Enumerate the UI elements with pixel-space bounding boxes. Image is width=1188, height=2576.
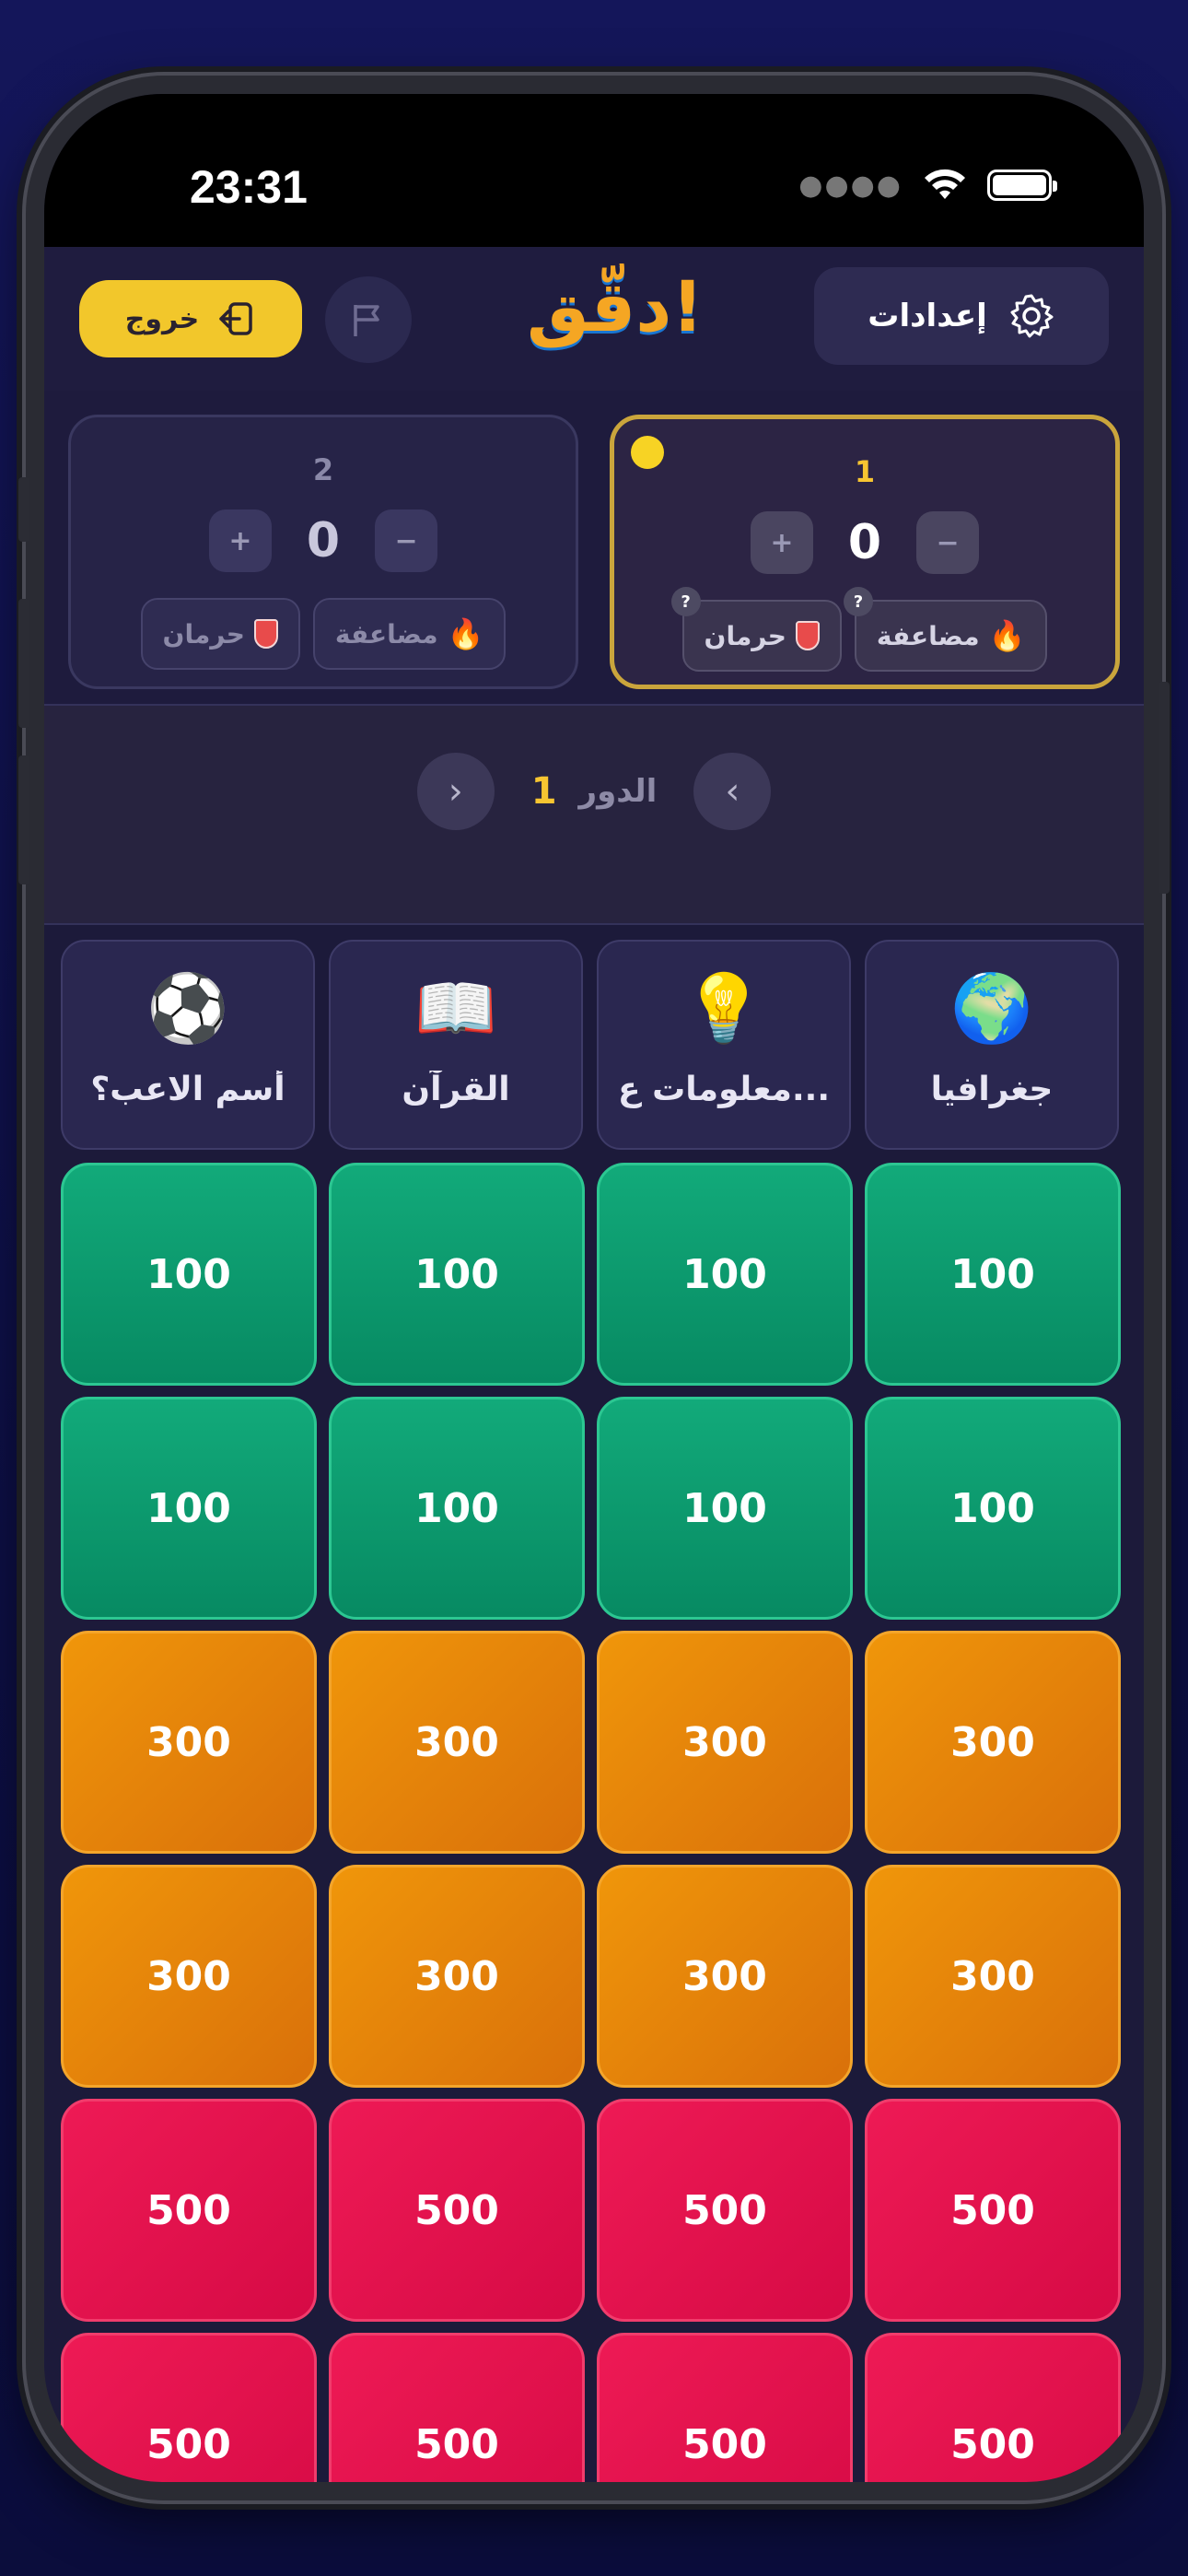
category-general-info[interactable]: 💡 معلومات ع...	[597, 940, 851, 1150]
question-tile[interactable]: 300	[597, 1865, 853, 2088]
team-card-2: 2 + 0 − 🔥 مضاعفة حرمان	[68, 415, 578, 689]
volume-up-button	[18, 599, 29, 728]
question-tile[interactable]: 500	[865, 2099, 1121, 2322]
chevron-left-icon: ‹	[725, 770, 740, 813]
status-icons: ●●●●	[798, 168, 1057, 203]
shield-icon	[253, 619, 278, 649]
status-time: 23:31	[190, 161, 308, 213]
question-tile[interactable]: 100	[61, 1397, 317, 1620]
double-label: مضاعفة	[334, 618, 438, 650]
question-tile[interactable]: 100	[61, 1163, 317, 1386]
app-logo: دقّق!	[523, 265, 707, 367]
question-tile[interactable]: 300	[329, 1631, 585, 1854]
category-label: جغرافيا	[930, 1071, 1054, 1108]
next-turn-button[interactable]: ›	[416, 753, 495, 830]
double-powerup-button[interactable]: ? 🔥 مضاعفة	[843, 587, 1048, 672]
score-plus-button[interactable]: +	[750, 511, 813, 574]
category-geography[interactable]: 🌍 جغرافيا	[865, 940, 1119, 1150]
chevron-right-icon: ›	[448, 770, 463, 813]
team-score: 0	[306, 513, 341, 568]
flag-icon	[354, 305, 379, 336]
status-bar: 23:31 ●●●●	[44, 94, 1144, 247]
powerups: ? 🔥 مضاعفة ? حرمان	[614, 587, 1115, 672]
deny-powerup-button[interactable]: ? حرمان	[670, 587, 842, 672]
cellular-dots-icon: ●●●●	[798, 169, 903, 202]
gear-icon	[1010, 294, 1054, 338]
help-icon[interactable]: ?	[670, 587, 701, 616]
question-tile[interactable]: 500	[61, 2099, 317, 2322]
turn-label: الدور	[578, 773, 658, 810]
teams-panel: 2 + 0 − 🔥 مضاعفة حرمان 1 + 0 − ? 🔥 مضاعف…	[44, 391, 1144, 704]
score-minus-button[interactable]: −	[375, 509, 438, 572]
logo-text: دقّق!	[527, 265, 704, 347]
settings-button[interactable]: إعدادات	[814, 267, 1109, 365]
power-button	[1159, 682, 1170, 894]
quran-icon: 📖	[414, 969, 497, 1047]
category-label: أسم الاعب؟	[90, 1071, 285, 1108]
fire-icon: 🔥	[447, 616, 484, 651]
score-row: + 0 −	[71, 509, 576, 572]
previous-turn-button[interactable]: ‹	[693, 753, 772, 830]
question-tile[interactable]: 500	[329, 2333, 585, 2482]
team-card-1: 1 + 0 − ? 🔥 مضاعفة ? حرمان	[610, 415, 1120, 689]
question-tile[interactable]: 100	[865, 1397, 1121, 1620]
wifi-icon	[925, 169, 965, 199]
question-tile[interactable]: 500	[865, 2333, 1121, 2482]
report-flag-button[interactable]	[325, 276, 412, 363]
battery-icon	[987, 170, 1057, 201]
settings-label: إعدادات	[868, 298, 987, 334]
deny-label: حرمان	[162, 618, 245, 650]
question-tile[interactable]: 500	[329, 2099, 585, 2322]
exit-icon	[219, 302, 253, 335]
globe-icon: 🌍	[950, 969, 1033, 1047]
question-tile[interactable]: 300	[329, 1865, 585, 2088]
turn-number: 1	[530, 770, 557, 813]
question-tile[interactable]: 300	[61, 1631, 317, 1854]
fire-icon: 🔥	[988, 618, 1026, 653]
football-player-icon: ⚽	[146, 969, 229, 1047]
question-tile[interactable]: 100	[329, 1163, 585, 1386]
team-score: 0	[847, 515, 882, 570]
double-label: مضاعفة	[876, 620, 980, 651]
exit-label: خروج	[124, 302, 200, 335]
turn-bar: › الدور 1 ‹	[44, 704, 1144, 925]
deny-powerup-button[interactable]: حرمان	[140, 598, 300, 670]
question-tile[interactable]: 300	[865, 1631, 1121, 1854]
question-tile[interactable]: 100	[597, 1397, 853, 1620]
shield-icon	[795, 621, 820, 650]
turn-indicator: الدور 1	[531, 770, 658, 813]
category-label: القرآن	[402, 1071, 510, 1108]
question-tile[interactable]: 300	[61, 1865, 317, 2088]
category-quran[interactable]: 📖 القرآن	[329, 940, 583, 1150]
team-number: 2	[312, 452, 334, 487]
app-header: خروج دقّق! إعدادات	[44, 247, 1144, 392]
app-screen: 23:31 ●●●● خروج دقّق! إعدادات 2 + 0 − 🔥 …	[44, 94, 1144, 2482]
team-number: 1	[854, 454, 876, 489]
score-plus-button[interactable]: +	[208, 509, 272, 572]
question-tile[interactable]: 100	[865, 1163, 1121, 1386]
question-tile[interactable]: 300	[865, 1865, 1121, 2088]
powerups: 🔥 مضاعفة حرمان	[71, 598, 576, 670]
category-player-name[interactable]: ⚽ أسم الاعب؟	[61, 940, 315, 1150]
score-minus-button[interactable]: −	[916, 511, 980, 574]
score-row: + 0 −	[614, 511, 1115, 574]
question-tile[interactable]: 100	[329, 1397, 585, 1620]
turn-controls: › الدور 1 ‹	[44, 750, 1144, 833]
book-idea-icon: 💡	[682, 969, 765, 1047]
deny-label: حرمان	[704, 620, 786, 651]
question-tile[interactable]: 100	[597, 1163, 853, 1386]
mute-switch	[18, 477, 29, 542]
volume-down-button	[18, 755, 29, 884]
help-icon[interactable]: ?	[843, 587, 873, 616]
question-tile[interactable]: 500	[597, 2333, 853, 2482]
question-tile[interactable]: 500	[61, 2333, 317, 2482]
exit-button[interactable]: خروج	[79, 280, 302, 357]
question-tile[interactable]: 500	[597, 2099, 853, 2322]
category-label: معلومات ع...	[617, 1071, 830, 1108]
double-powerup-button[interactable]: 🔥 مضاعفة	[312, 598, 507, 670]
question-tile[interactable]: 300	[597, 1631, 853, 1854]
